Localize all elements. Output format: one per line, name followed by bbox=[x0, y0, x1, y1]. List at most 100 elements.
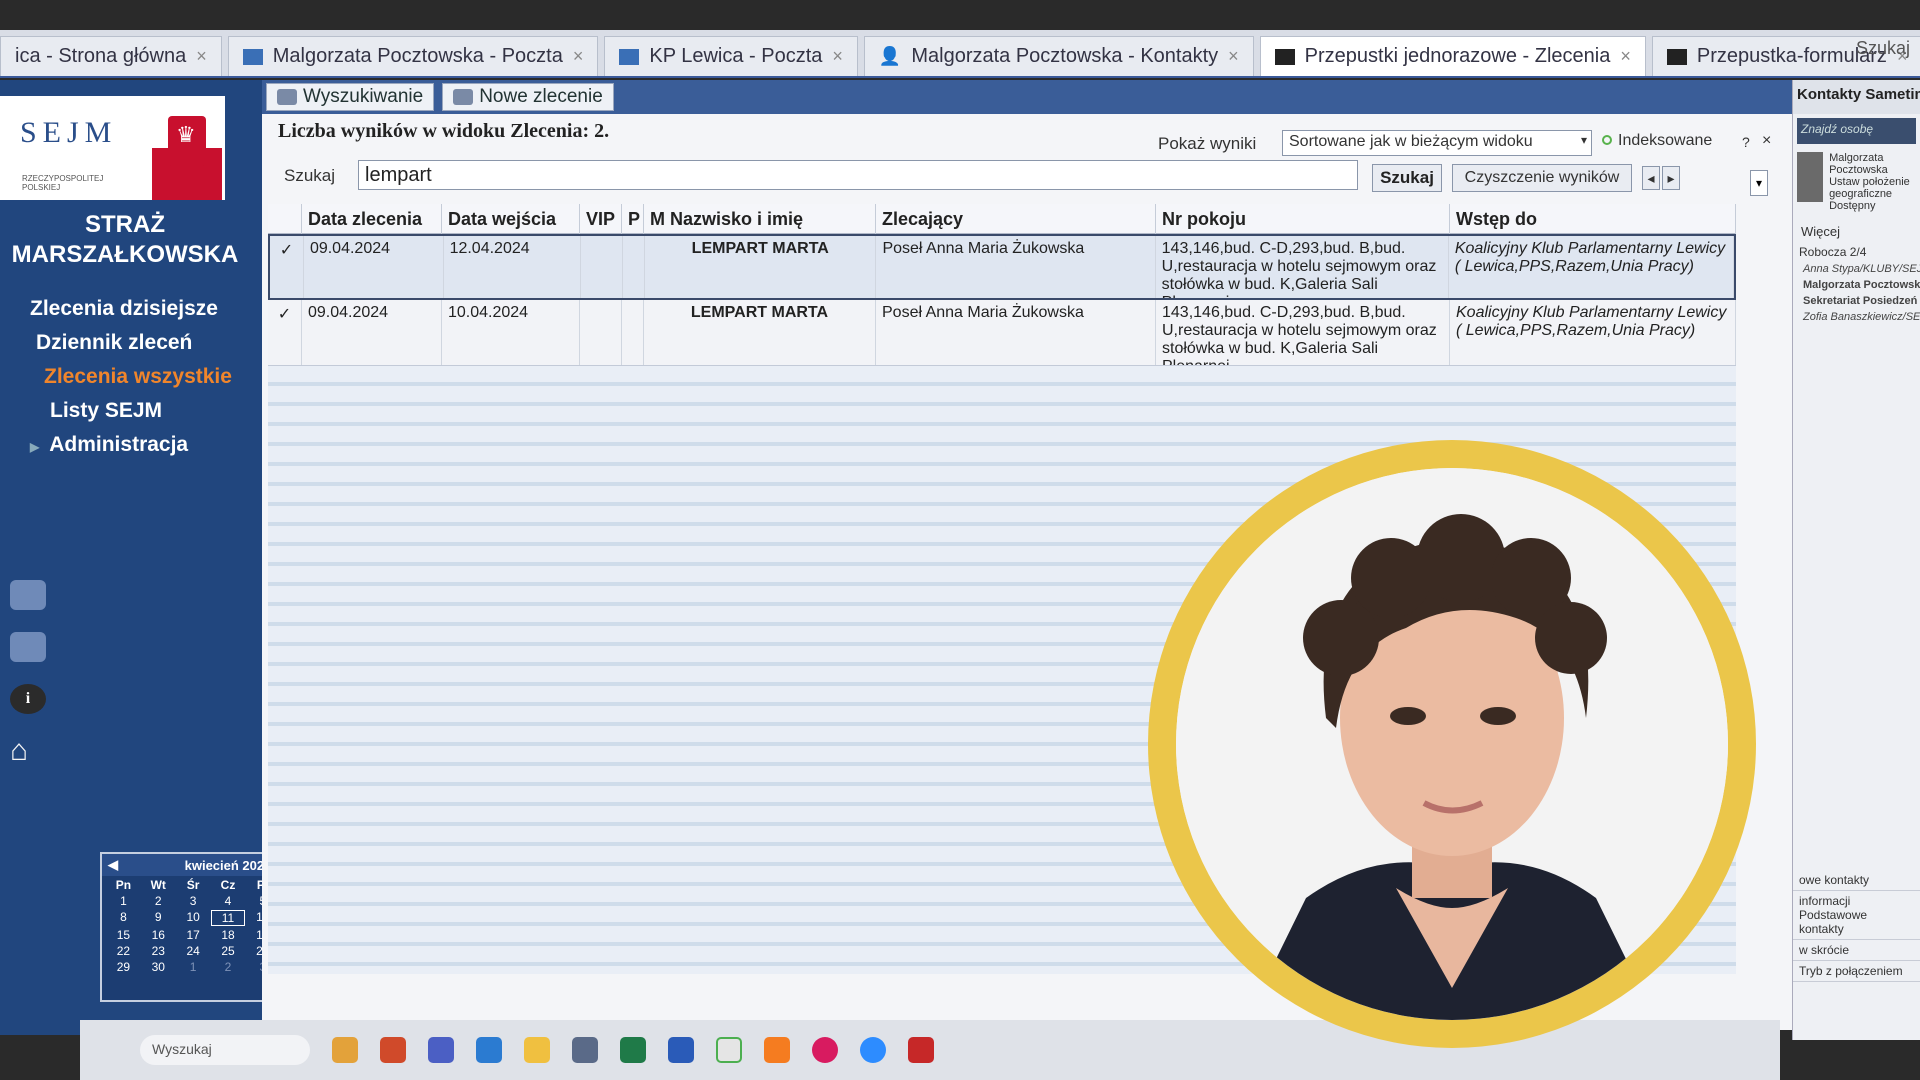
calendar-day[interactable]: 2 bbox=[141, 894, 176, 908]
more-menu[interactable]: Więcej bbox=[1793, 220, 1920, 243]
header-name[interactable]: M Nazwisko i imię bbox=[644, 204, 876, 234]
row-check-icon[interactable]: ✓ bbox=[270, 236, 304, 298]
calendar-day[interactable]: 10 bbox=[176, 910, 211, 926]
sort-select[interactable]: Sortowane jak w bieżącym widoku ▾ bbox=[1282, 130, 1592, 156]
clear-results-button[interactable]: Czyszczenie wyników bbox=[1452, 164, 1632, 192]
contact-item[interactable]: Anna Stypa/KLUBY/SEJM bbox=[1793, 261, 1920, 277]
next-page-icon[interactable]: ▸ bbox=[1662, 166, 1680, 190]
calendar-day[interactable]: 1 bbox=[106, 894, 141, 908]
tab-poczta-kp-lewica[interactable]: KP Lewica - Poczta × bbox=[604, 36, 858, 76]
tab-strona-glowna[interactable]: ica - Strona główna × bbox=[0, 36, 222, 76]
mail-icon bbox=[619, 48, 640, 65]
table-row[interactable]: ✓ 09.04.2024 10.04.2024 LEMPART MARTA Po… bbox=[268, 300, 1736, 366]
calendar-day-next-month[interactable]: 2 bbox=[211, 960, 246, 974]
tab-kontakty[interactable]: 👤 Malgorzata Pocztowska - Kontakty × bbox=[863, 36, 1254, 76]
header-orderer[interactable]: Zlecający bbox=[876, 204, 1156, 234]
help-icon[interactable]: ? bbox=[1742, 134, 1750, 150]
calendar-day[interactable]: 24 bbox=[176, 944, 211, 958]
bottom-item[interactable]: owe kontakty bbox=[1793, 870, 1920, 891]
calendar-day[interactable]: 29 bbox=[106, 960, 141, 974]
result-count: Liczba wyników w widoku Zlecenia: 2. bbox=[278, 120, 610, 142]
zoom-icon[interactable] bbox=[860, 1037, 886, 1063]
firefox-icon[interactable] bbox=[764, 1037, 790, 1063]
excel-icon[interactable] bbox=[620, 1037, 646, 1063]
my-status: Malgorzata Pocztowska Ustaw położenie ge… bbox=[1797, 152, 1916, 212]
cell-access: Koalicyjny Klub Parlamentarny Lewicy ( L… bbox=[1450, 300, 1736, 365]
calendar-day[interactable]: 30 bbox=[141, 960, 176, 974]
button-label: Wyszukiwanie bbox=[303, 86, 424, 107]
table-row[interactable]: ✓ 09.04.2024 12.04.2024 LEMPART MARTA Po… bbox=[268, 234, 1736, 300]
contact-item[interactable]: Zofia Banaszkiewicz/SEJM bbox=[1793, 309, 1920, 325]
calendar-day[interactable]: 18 bbox=[211, 928, 246, 942]
search-tab-button[interactable]: Wyszukiwanie bbox=[266, 83, 435, 111]
find-person-input[interactable]: Znajdź osobę bbox=[1797, 118, 1916, 144]
calendar-day[interactable]: 4 bbox=[211, 894, 246, 908]
calendar-day[interactable]: 16 bbox=[141, 928, 176, 942]
calendar-day[interactable]: 17 bbox=[176, 928, 211, 942]
info-icon[interactable]: i bbox=[10, 684, 46, 714]
header-access[interactable]: Wstęp do bbox=[1450, 204, 1736, 234]
close-icon[interactable]: × bbox=[573, 46, 584, 67]
header-room[interactable]: Nr pokoju bbox=[1156, 204, 1450, 234]
sidebar-item-zlecenia-dzisiejsze[interactable]: Zlecenia dzisiejsze bbox=[30, 292, 232, 326]
browser-search[interactable]: Szukaj bbox=[1856, 38, 1910, 59]
close-icon[interactable]: × bbox=[1228, 46, 1239, 67]
close-icon[interactable]: × bbox=[1620, 46, 1631, 67]
chrome-icon[interactable] bbox=[716, 1037, 742, 1063]
sidebar-item-dziennik-zlecen[interactable]: Dziennik zleceń bbox=[30, 326, 232, 360]
word-icon[interactable] bbox=[668, 1037, 694, 1063]
calculator-icon[interactable] bbox=[572, 1037, 598, 1063]
header-p[interactable]: P bbox=[622, 204, 644, 234]
pdf-icon[interactable] bbox=[908, 1037, 934, 1063]
calendar-day[interactable]: 25 bbox=[211, 944, 246, 958]
tab-przepustki-zlecenia[interactable]: Przepustki jednorazowe - Zlecenia × bbox=[1259, 36, 1646, 76]
bottom-item[interactable]: Tryb z połączeniem bbox=[1793, 961, 1920, 982]
calendar-day[interactable]: 22 bbox=[106, 944, 141, 958]
row-check-icon[interactable]: ✓ bbox=[268, 300, 302, 365]
teams-icon[interactable] bbox=[428, 1037, 454, 1063]
collapse-icon[interactable]: ▾ bbox=[1750, 170, 1768, 196]
contact-item[interactable]: Sekretariat Posiedzeń Sejmu bbox=[1793, 293, 1920, 309]
monitor-icon[interactable] bbox=[476, 1037, 502, 1063]
mail-icon[interactable] bbox=[10, 580, 46, 610]
portrait-image bbox=[1176, 468, 1728, 1020]
my-status-label[interactable]: Dostępny bbox=[1829, 200, 1916, 212]
calendar-day[interactable]: 9 bbox=[141, 910, 176, 926]
calendar-day[interactable]: 3 bbox=[176, 894, 211, 908]
prev-month-icon[interactable]: ◀ bbox=[108, 857, 118, 873]
calendar-day-today[interactable]: 11 bbox=[210, 910, 246, 926]
taskbar-search[interactable]: Wyszukaj bbox=[140, 1035, 310, 1065]
calendar-day[interactable]: 8 bbox=[106, 910, 141, 926]
close-icon[interactable]: × bbox=[1762, 132, 1771, 150]
close-icon[interactable]: × bbox=[832, 46, 843, 67]
folder-icon[interactable] bbox=[332, 1037, 358, 1063]
workspace-icon[interactable] bbox=[10, 632, 46, 662]
prev-page-icon[interactable]: ◂ bbox=[1642, 166, 1660, 190]
calendar-day-next-month[interactable]: 1 bbox=[176, 960, 211, 974]
bottom-item[interactable]: w skrócie bbox=[1793, 940, 1920, 961]
my-location[interactable]: Ustaw położenie geograficzne bbox=[1829, 176, 1916, 200]
calendar-day[interactable]: 15 bbox=[106, 928, 141, 942]
calendar-dow: Cz bbox=[220, 878, 236, 892]
sidebar-item-administracja[interactable]: ▶ Administracja bbox=[30, 428, 232, 462]
close-icon[interactable]: × bbox=[196, 46, 207, 67]
bottom-item[interactable]: informacji Podstawowe kontakty bbox=[1793, 891, 1920, 940]
contact-item[interactable]: Malgorzata Pocztowska bbox=[1793, 277, 1920, 293]
header-vip[interactable]: VIP bbox=[580, 204, 622, 234]
new-order-button[interactable]: Nowe zlecenie bbox=[442, 83, 614, 111]
tab-poczta-malgorzata[interactable]: Malgorzata Pocztowska - Poczta × bbox=[227, 36, 599, 76]
home-icon[interactable]: ⌂ bbox=[10, 736, 46, 766]
sidebar-item-listy-sejm[interactable]: Listy SEJM bbox=[30, 394, 232, 428]
person-icon: 👤 bbox=[878, 46, 902, 66]
calendar-day[interactable]: 23 bbox=[141, 944, 176, 958]
header-date-order[interactable]: Data zlecenia bbox=[302, 204, 442, 234]
app-icon[interactable] bbox=[812, 1037, 838, 1063]
button-label: Nowe zlecenie bbox=[479, 86, 603, 107]
app-icon[interactable] bbox=[380, 1037, 406, 1063]
contact-group[interactable]: Robocza 2/4 bbox=[1793, 243, 1920, 261]
search-button[interactable]: Szukaj bbox=[1372, 164, 1442, 192]
search-input[interactable] bbox=[358, 160, 1358, 190]
header-date-entry[interactable]: Data wejścia bbox=[442, 204, 580, 234]
sidebar-item-zlecenia-wszystkie[interactable]: Zlecenia wszystkie bbox=[30, 360, 232, 394]
explorer-icon[interactable] bbox=[524, 1037, 550, 1063]
